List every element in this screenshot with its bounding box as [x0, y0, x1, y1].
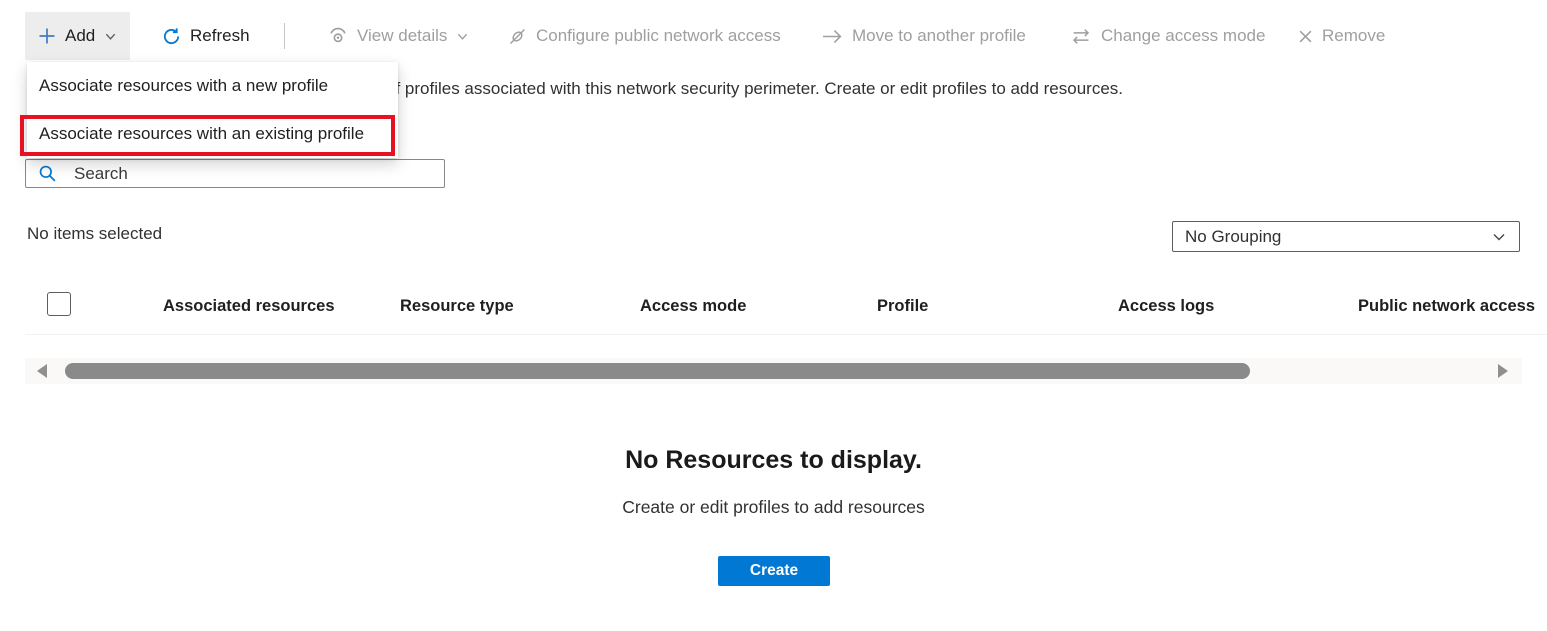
table-header-row: Associated resources Resource type Acces… [0, 283, 1547, 330]
menu-item-associate-existing-profile[interactable]: Associate resources with an existing pro… [27, 110, 398, 158]
add-button[interactable]: Add [25, 12, 130, 60]
chevron-down-icon [1491, 229, 1507, 245]
grouping-select[interactable]: No Grouping [1172, 221, 1520, 252]
column-header-profile[interactable]: Profile [877, 283, 928, 330]
chevron-down-icon [104, 30, 117, 43]
refresh-button-label: Refresh [190, 26, 250, 46]
arrow-right-icon [822, 29, 843, 44]
x-icon [1298, 29, 1313, 44]
eye-preview-icon [328, 26, 348, 46]
table-header-divider [25, 334, 1547, 335]
column-header-associated-resources[interactable]: Associated resources [163, 283, 335, 330]
resources-description-text: of profiles associated with this network… [386, 79, 1123, 99]
horizontal-scrollbar[interactable] [25, 358, 1522, 384]
triangle-right-icon[interactable] [1498, 364, 1508, 378]
empty-state-title: No Resources to display. [0, 446, 1547, 475]
grouping-selected-value: No Grouping [1185, 227, 1281, 247]
move-to-another-profile-button[interactable]: Move to another profile [812, 12, 1036, 60]
refresh-icon [162, 27, 181, 46]
search-input[interactable] [74, 164, 432, 184]
menu-item-associate-new-profile[interactable]: Associate resources with a new profile [27, 62, 398, 110]
change-access-mode-button[interactable]: Change access mode [1060, 12, 1275, 60]
move-to-another-profile-label: Move to another profile [852, 26, 1026, 46]
selection-status-text: No items selected [27, 224, 162, 244]
column-header-resource-type[interactable]: Resource type [400, 283, 514, 330]
remove-label: Remove [1322, 26, 1385, 46]
add-dropdown-menu: Associate resources with a new profile A… [27, 62, 398, 158]
refresh-button[interactable]: Refresh [152, 12, 260, 60]
view-details-button[interactable]: View details [318, 12, 479, 60]
configure-public-network-access-label: Configure public network access [536, 26, 781, 46]
configure-public-network-access-button[interactable]: Configure public network access [498, 12, 791, 60]
search-icon [38, 164, 57, 183]
remove-button[interactable]: Remove [1288, 12, 1395, 60]
scrollbar-thumb[interactable] [65, 363, 1250, 379]
search-box[interactable] [25, 159, 445, 188]
view-details-label: View details [357, 26, 447, 46]
toolbar-divider [284, 23, 285, 49]
change-access-mode-label: Change access mode [1101, 26, 1265, 46]
column-header-access-mode[interactable]: Access mode [640, 283, 746, 330]
triangle-left-icon[interactable] [37, 364, 47, 378]
create-button[interactable]: Create [718, 556, 830, 586]
chevron-down-icon [456, 30, 469, 43]
add-button-label: Add [65, 26, 95, 46]
column-header-public-network-access[interactable]: Public network access [1358, 283, 1535, 330]
column-header-access-logs[interactable]: Access logs [1118, 283, 1214, 330]
plug-slash-icon [508, 27, 527, 46]
plus-icon [38, 27, 56, 45]
empty-state-subtitle: Create or edit profiles to add resources [0, 497, 1547, 518]
select-all-checkbox[interactable] [47, 292, 71, 316]
command-bar: Add Refresh View details Configure publi… [0, 12, 1547, 60]
swap-arrows-icon [1070, 28, 1092, 45]
